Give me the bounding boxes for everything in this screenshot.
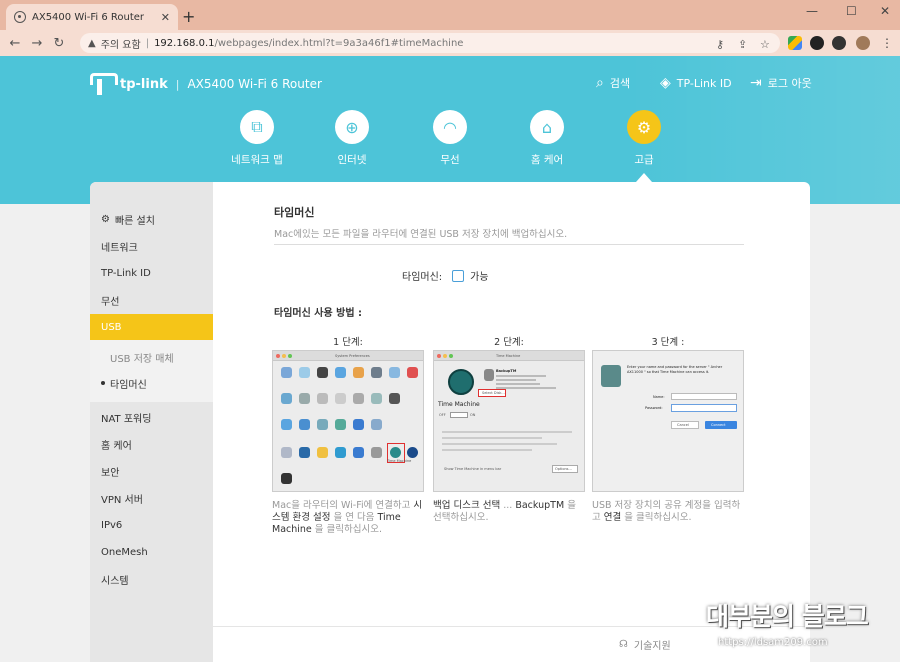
gear-icon: ⚙ <box>627 110 661 144</box>
forward-icon[interactable]: → <box>26 36 48 51</box>
extension-icon[interactable] <box>810 36 824 50</box>
puzzle-icon[interactable] <box>834 36 848 50</box>
step-3-screenshot: Enter your name and password for the ser… <box>592 350 744 492</box>
sidebar: ⚙ 빠른 설치 네트워크 TP-Link ID 무선 USB USB 저장 매체… <box>90 182 213 662</box>
url-path: /webpages/index.html?t=9a3a46f1#timeMach… <box>214 37 464 49</box>
page-title: 타임머신 <box>274 206 315 219</box>
sidebar-item-vpn[interactable]: VPN 서버 <box>90 485 213 511</box>
nav-advanced[interactable]: ⚙ 고급 <box>609 110 679 167</box>
url-host: 192.168.0.1 <box>154 37 215 49</box>
support-link[interactable]: ☊ 기술지원 <box>619 637 671 652</box>
divider <box>274 244 744 245</box>
nav-network-map[interactable]: ⧉ 네트워크 맵 <box>222 110 292 167</box>
tplink-id-icon: ◈ <box>660 75 671 91</box>
time-machine-label: 타임머신: <box>402 272 443 283</box>
step-2-text: 백업 디스크 선택 ... BackupTM 을 선택하십시오. <box>433 500 576 523</box>
step-2: 2 단계: Time Machine Time Machine OFF ON B… <box>433 334 585 524</box>
step-2-screenshot: Time Machine Time Machine OFF ON BackupT… <box>433 350 585 492</box>
brand-name: tp-link <box>120 76 168 92</box>
sidebar-item-usb-storage[interactable]: USB 저장 매체 <box>90 344 213 370</box>
enable-checkbox[interactable] <box>452 269 465 282</box>
blog-watermark: 대부분의 블로그 https://ldsam209.com <box>706 597 896 659</box>
sidebar-item-network[interactable]: 네트워크 <box>90 233 213 259</box>
nav-internet[interactable]: ⊕ 인터넷 <box>317 110 387 167</box>
sidebar-item-system[interactable]: 시스템 <box>90 566 213 592</box>
logout-link[interactable]: ⇥ 로그 아웃 <box>750 75 812 91</box>
warning-icon: ▲ <box>88 37 96 49</box>
sidebar-item-usb[interactable]: USB <box>90 314 213 340</box>
wifi-icon: ◠ <box>433 110 467 144</box>
sidebar-item-ipv6[interactable]: IPv6 <box>90 512 213 538</box>
logout-icon: ⇥ <box>750 75 762 91</box>
address-bar[interactable]: ▲ 주의 요함 | 192.168.0.1/webpages/index.htm… <box>80 33 780 53</box>
nav-wireless[interactable]: ◠ 무선 <box>415 110 485 167</box>
headset-icon: ☊ <box>619 639 628 650</box>
sidebar-item-time-machine[interactable]: 타임머신 <box>90 370 213 396</box>
browser-toolbar: ← → ↻ ▲ 주의 요함 | 192.168.0.1/webpages/ind… <box>0 30 900 56</box>
watermark-url: https://ldsam209.com <box>718 637 828 648</box>
maximize-icon[interactable]: ☐ <box>846 4 857 18</box>
sidebar-item-wireless[interactable]: 무선 <box>90 287 213 313</box>
security-label: 주의 요함 <box>100 39 141 51</box>
profile-avatar[interactable] <box>856 36 870 50</box>
watermark-title: 대부분의 블로그 <box>706 602 869 631</box>
globe-icon: ⊕ <box>335 110 369 144</box>
time-machine-toggle-row: 타임머신: 가능 <box>402 268 489 283</box>
tab-close-icon[interactable]: ✕ <box>161 11 170 24</box>
step-3: 3 단계 : Enter your name and password for … <box>592 334 744 524</box>
tplink-id-link[interactable]: ◈ TP-Link ID <box>660 75 732 91</box>
key-icon[interactable]: ⚷ <box>716 38 724 51</box>
nav-home-care[interactable]: ⌂ 홈 케어 <box>512 110 582 167</box>
network-map-icon: ⧉ <box>240 110 274 144</box>
step-1-text: Mac을 라우터의 Wi-Fi에 연결하고 시스템 환경 설정 을 연 다음 T… <box>272 500 423 535</box>
minimize-icon[interactable]: — <box>806 4 818 18</box>
menu-kebab-icon[interactable]: ⋮ <box>880 36 894 50</box>
home-care-icon: ⌂ <box>530 110 564 144</box>
sidebar-item-tplink-id[interactable]: TP-Link ID <box>90 260 213 286</box>
window-close-icon[interactable]: ✕ <box>880 4 890 18</box>
quick-setup-gear-icon: ⚙ <box>101 213 110 225</box>
router-model: AX5400 Wi-Fi 6 Router <box>187 77 322 91</box>
sidebar-item-quick-setup[interactable]: ⚙ 빠른 설치 <box>90 206 213 232</box>
address-divider: | <box>145 37 150 49</box>
tplink-logo-icon <box>90 73 118 95</box>
drive-extension-icon[interactable] <box>788 36 802 50</box>
sidebar-item-onemesh[interactable]: OneMesh <box>90 539 213 565</box>
sidebar-item-security[interactable]: 보안 <box>90 458 213 484</box>
share-icon[interactable]: ⇪ <box>738 38 747 51</box>
bookmark-star-icon[interactable]: ☆ <box>760 38 770 51</box>
howto-heading: 타임머신 사용 방법 : <box>274 308 363 319</box>
browser-tabbar: AX5400 Wi-Fi 6 Router ✕ + — ☐ ✕ <box>0 0 900 30</box>
step-label: 2 단계: <box>494 337 524 348</box>
search-link[interactable]: ⌕ 검색 <box>596 75 630 91</box>
settings-panel: ⚙ 빠른 설치 네트워크 TP-Link ID 무선 USB USB 저장 매체… <box>90 182 810 662</box>
step-3-text: USB 저장 장치의 공유 계정을 입력하고 연결 을 클릭하십시오. <box>592 500 741 523</box>
reload-icon[interactable]: ↻ <box>48 36 70 51</box>
step-label: 3 단계 : <box>651 337 685 348</box>
sidebar-item-nat[interactable]: NAT 포워딩 <box>90 404 213 430</box>
main-nav: ⧉ 네트워크 맵 ⊕ 인터넷 ◠ 무선 ⌂ 홈 케어 ⚙ 고급 <box>225 110 665 170</box>
usb-submenu: USB 저장 매체 타임머신 <box>90 340 213 402</box>
step-label: 1 단계: <box>333 337 363 348</box>
page-description: Mac에있는 모든 파일을 라우터에 연결된 USB 저장 장치에 백업하십시오… <box>274 229 568 240</box>
tab-title: AX5400 Wi-Fi 6 Router <box>32 11 145 23</box>
router-page: tp-link | AX5400 Wi-Fi 6 Router ⌕ 검색 ◈ T… <box>0 56 900 662</box>
sidebar-item-home-care[interactable]: 홈 케어 <box>90 431 213 457</box>
back-icon[interactable]: ← <box>4 36 26 51</box>
browser-tab[interactable]: AX5400 Wi-Fi 6 Router ✕ <box>6 4 178 30</box>
step-1: 1 단계: System Preferences Time Machine Ma… <box>272 334 424 536</box>
enable-label[interactable]: 가능 <box>470 268 488 283</box>
step-1-screenshot: System Preferences Time Machine <box>272 350 424 492</box>
brand: tp-link | AX5400 Wi-Fi 6 Router <box>90 73 322 95</box>
active-nav-caret <box>636 173 652 182</box>
search-icon: ⌕ <box>596 75 604 91</box>
tab-favicon-icon <box>14 11 26 23</box>
current-dot-icon <box>101 381 105 385</box>
new-tab-button[interactable]: + <box>182 7 195 26</box>
